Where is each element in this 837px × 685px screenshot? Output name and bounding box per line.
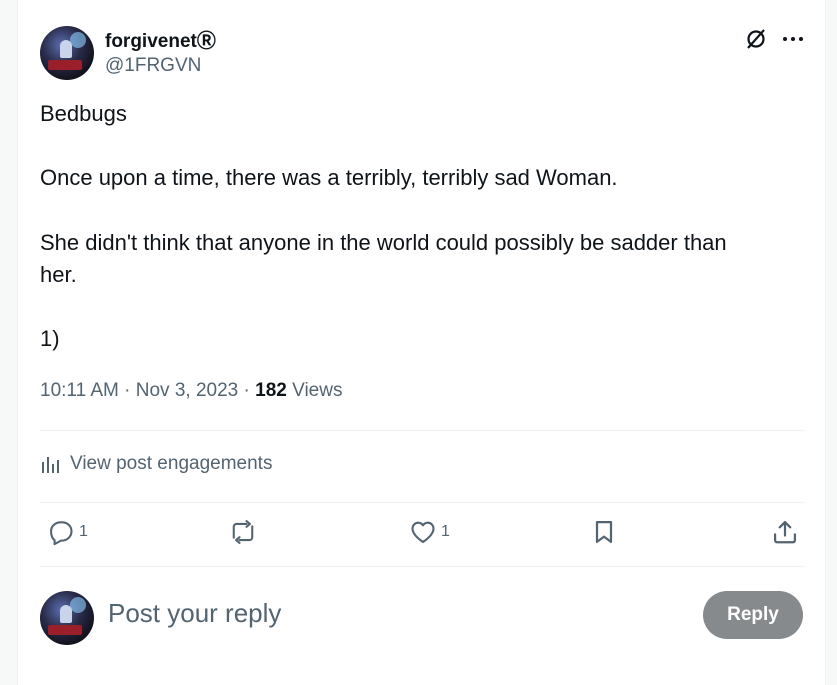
current-user-avatar[interactable]: [40, 591, 94, 645]
reply-count: 1: [79, 523, 88, 540]
view-engagements-link[interactable]: View post engagements: [40, 453, 272, 475]
like-button[interactable]: 1: [409, 518, 450, 546]
post-text-line: She didn't think that anyone in the worl…: [40, 230, 727, 255]
views-label: Views: [292, 380, 343, 401]
like-icon: [411, 521, 435, 543]
view-engagements-label: View post engagements: [70, 453, 273, 474]
reply-button[interactable]: 1: [47, 518, 88, 546]
analytics-icon: [42, 457, 59, 473]
reply-submit-button[interactable]: Reply: [703, 591, 803, 639]
bookmark-button[interactable]: [590, 518, 618, 546]
post-meta: 10:11 AM · Nov 3, 2023 · 182 Views: [40, 380, 343, 401]
reply-icon: [50, 521, 73, 546]
repost-button[interactable]: [228, 518, 258, 546]
divider: [40, 566, 805, 567]
post-title-line: Bedbugs: [40, 101, 127, 126]
like-count: 1: [441, 523, 450, 540]
views-count: 182: [255, 380, 287, 401]
grok-icon[interactable]: [744, 27, 768, 51]
share-button[interactable]: [771, 518, 799, 546]
author-avatar[interactable]: [40, 26, 94, 80]
post-date[interactable]: Nov 3, 2023: [136, 380, 238, 401]
repost-icon: [232, 520, 254, 544]
post-time[interactable]: 10:11 AM: [40, 380, 119, 401]
author-handle[interactable]: @1FRGVN: [105, 55, 201, 77]
reply-input[interactable]: Post your reply: [108, 598, 281, 629]
post-text-line: Once upon a time, there was a terribly, …: [40, 165, 618, 190]
share-icon: [773, 520, 797, 544]
post-text-line: her.: [40, 262, 77, 287]
more-icon[interactable]: [781, 30, 805, 48]
divider: [40, 430, 805, 431]
divider: [40, 502, 805, 503]
author-display-name[interactable]: forgivenetⓇ: [105, 26, 216, 53]
post-thread-number: 1): [40, 326, 60, 351]
bookmark-icon: [595, 520, 613, 544]
post-card: forgivenetⓇ @1FRGVN Bedbugs Once upon a …: [17, 0, 826, 685]
